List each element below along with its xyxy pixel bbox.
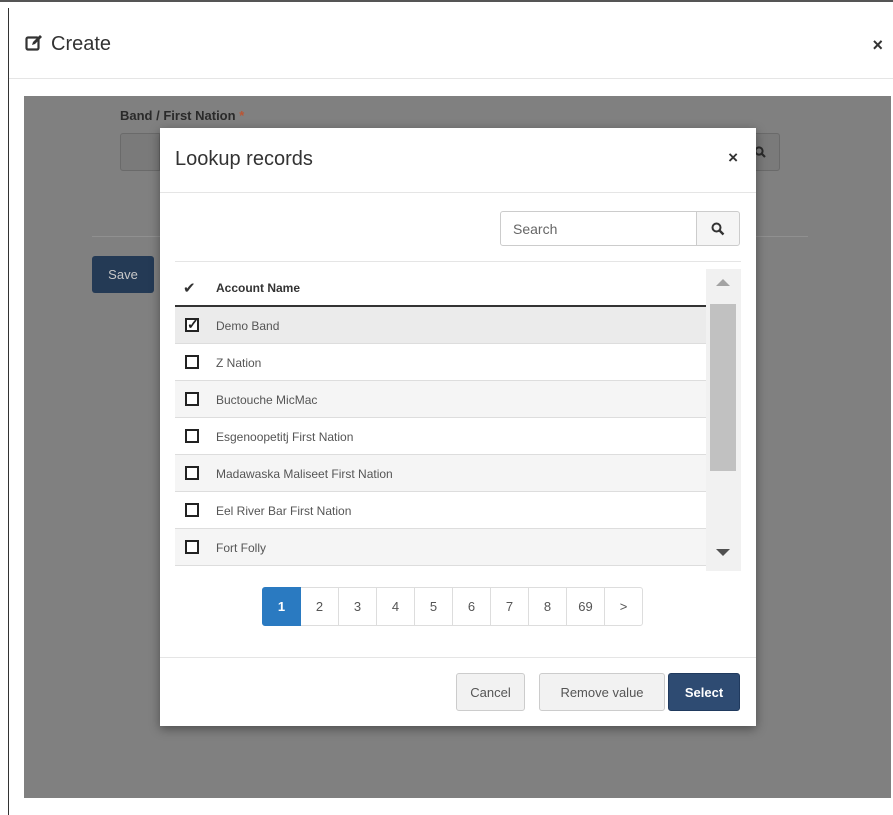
page-button-last[interactable]: 69 xyxy=(566,587,605,626)
row-account-name: Fort Folly xyxy=(216,541,267,555)
select-all-check-icon[interactable]: ✔ xyxy=(183,279,196,297)
row-checkbox[interactable] xyxy=(185,503,199,517)
pagination: 1 2 3 4 5 6 7 8 69 > xyxy=(262,587,643,626)
band-field-label: Band / First Nation * xyxy=(120,108,244,123)
page-button[interactable]: 8 xyxy=(528,587,567,626)
page-button[interactable]: 6 xyxy=(452,587,491,626)
table-row[interactable]: ✓ Demo Band xyxy=(175,307,706,344)
band-lookup-input[interactable] xyxy=(120,133,160,171)
frame-left-border xyxy=(8,8,9,815)
table-row[interactable]: Esgenoopetitj First Nation xyxy=(175,418,706,455)
table-row[interactable]: Buctouche MicMac xyxy=(175,381,706,418)
row-account-name: Buctouche MicMac xyxy=(216,393,318,407)
edit-icon xyxy=(25,34,43,52)
lookup-modal-header: Lookup records × xyxy=(160,128,756,193)
cancel-button[interactable]: Cancel xyxy=(456,673,525,711)
grid-scrollbar[interactable] xyxy=(706,269,741,571)
required-marker: * xyxy=(239,108,245,123)
page-button[interactable]: 1 xyxy=(262,587,301,626)
row-checkbox[interactable] xyxy=(185,540,199,554)
table-row[interactable]: Madawaska Maliseet First Nation xyxy=(175,455,706,492)
row-checkbox[interactable]: ✓ xyxy=(185,316,199,332)
next-page-button[interactable]: > xyxy=(604,587,643,626)
lookup-modal-footer: Cancel Remove value Select xyxy=(160,657,756,727)
row-account-name: Madawaska Maliseet First Nation xyxy=(216,467,393,481)
search-button[interactable] xyxy=(696,211,740,246)
row-account-name: Demo Band xyxy=(216,319,280,333)
checkmark-icon: ✓ xyxy=(187,316,199,332)
grid-header: ✔ Account Name xyxy=(175,269,706,307)
lookup-modal-title: Lookup records xyxy=(175,148,313,170)
scroll-down-arrow-icon[interactable] xyxy=(716,549,730,556)
page-button[interactable]: 3 xyxy=(338,587,377,626)
row-checkbox[interactable] xyxy=(185,429,199,443)
table-row[interactable]: Z Nation xyxy=(175,344,706,381)
create-dialog-title: Create xyxy=(51,33,112,55)
grid-rows: ✓ Demo Band Z Nation Buctouche MicMac Es… xyxy=(175,307,706,571)
column-header-account-name[interactable]: Account Name xyxy=(216,281,300,295)
frame-top-border xyxy=(0,0,893,8)
page-button[interactable]: 2 xyxy=(300,587,339,626)
table-row[interactable]: Eel River Bar First Nation xyxy=(175,492,706,529)
row-checkbox[interactable] xyxy=(185,355,199,369)
lookup-records-modal: Lookup records × ✔ Account Name ✓ Demo B… xyxy=(160,128,756,726)
table-row[interactable]: Fort Folly xyxy=(175,529,706,566)
row-account-name: Eel River Bar First Nation xyxy=(216,504,352,518)
scroll-up-arrow-icon[interactable] xyxy=(716,279,730,286)
row-checkbox[interactable] xyxy=(185,466,199,480)
row-checkbox[interactable] xyxy=(185,392,199,406)
search-icon xyxy=(711,222,725,236)
band-lookup-search-button[interactable] xyxy=(752,133,780,171)
search-input[interactable] xyxy=(500,211,697,246)
page-button[interactable]: 7 xyxy=(490,587,529,626)
row-account-name: Z Nation xyxy=(216,356,262,370)
lookup-modal-close-button[interactable]: × xyxy=(728,148,738,168)
page-button[interactable]: 4 xyxy=(376,587,415,626)
scroll-thumb[interactable] xyxy=(710,304,736,471)
create-dialog-header: Create × xyxy=(9,10,893,79)
search-separator xyxy=(175,261,741,262)
create-dialog-close-button[interactable]: × xyxy=(872,35,883,56)
band-field-label-text: Band / First Nation xyxy=(120,108,236,123)
row-account-name: Esgenoopetitj First Nation xyxy=(216,430,354,444)
records-grid: ✔ Account Name ✓ Demo Band Z Nation Buct… xyxy=(175,269,741,571)
select-button[interactable]: Select xyxy=(668,673,740,711)
remove-value-button[interactable]: Remove value xyxy=(539,673,665,711)
page-button[interactable]: 5 xyxy=(414,587,453,626)
save-button[interactable]: Save xyxy=(92,256,154,293)
